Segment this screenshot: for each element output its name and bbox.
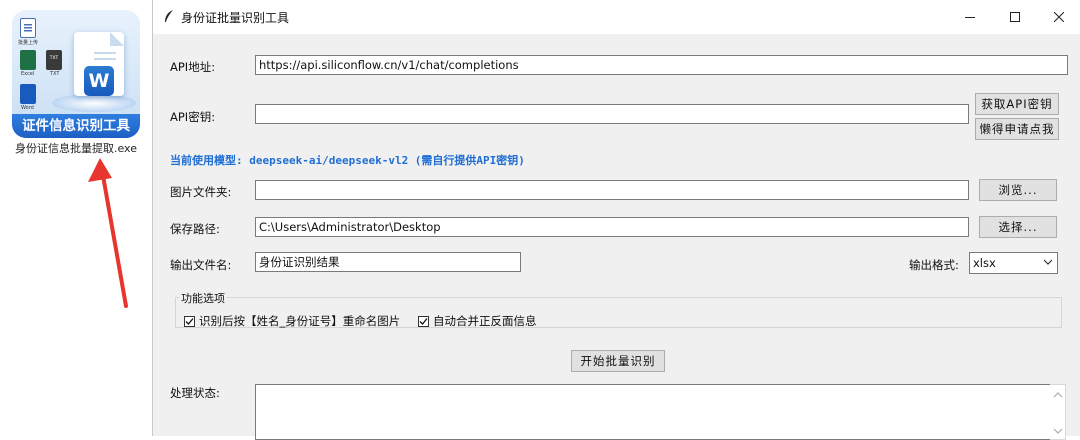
merge-check-icon <box>418 315 429 327</box>
icon-banner-text: 证件信息识别工具 <box>12 114 140 138</box>
maximize-button[interactable] <box>993 0 1037 34</box>
mini-label-excel: Excel <box>21 71 35 77</box>
api-url-label: API地址: <box>170 60 216 74</box>
word-logo-icon: W <box>84 66 114 96</box>
api-key-label: API密钥: <box>170 110 216 124</box>
merge-checkbox[interactable]: 自动合并正反面信息 <box>418 313 537 329</box>
svg-text:TXT: TXT <box>49 55 59 61</box>
output-format-select[interactable]: xlsx <box>969 252 1058 274</box>
close-icon <box>1054 12 1064 22</box>
save-path-label: 保存路径: <box>170 222 220 236</box>
output-name-label: 输出文件名: <box>170 258 232 272</box>
output-name-input[interactable]: 身份证识别结果 <box>255 252 521 272</box>
api-key-input[interactable] <box>255 104 969 124</box>
minimize-button[interactable] <box>948 0 992 34</box>
desktop: 批量上传 Excel TXT TXT Word W 证件信息识别工具 身份证信息… <box>0 0 152 436</box>
window-title: 身份证批量识别工具 <box>181 11 290 25</box>
api-url-input[interactable]: https://api.siliconflow.cn/v1/chat/compl… <box>255 55 1068 75</box>
txt-icon: TXT <box>46 50 62 70</box>
merge-checkbox-label: 自动合并正反面信息 <box>433 314 537 328</box>
current-model-text: 当前使用模型: deepseek-ai/deepseek-vl2 (需自行提供A… <box>170 154 525 167</box>
app-window: 身份证批量识别工具 API地址: https://api.siliconflow… <box>152 0 1080 440</box>
save-path-input[interactable]: C:\Users\Administrator\Desktop <box>255 217 969 237</box>
mini-label-word: Word <box>21 105 34 111</box>
browse-button[interactable]: 浏览... <box>979 179 1057 201</box>
image-folder-input[interactable] <box>255 180 969 200</box>
close-button[interactable] <box>1037 0 1080 34</box>
app-shortcut-icon[interactable]: 批量上传 Excel TXT TXT Word W 证件信息识别工具 <box>12 10 140 138</box>
title-bar[interactable]: 身份证批量识别工具 <box>153 0 1080 34</box>
pedestal-glow <box>52 94 136 112</box>
minimize-icon <box>965 17 975 18</box>
status-label: 处理状态: <box>170 386 220 400</box>
rename-checkbox[interactable]: 识别后按【姓名_身份证号】重命名图片 <box>184 313 400 329</box>
lazy-apply-button[interactable]: 懒得申请点我 <box>975 118 1059 140</box>
get-api-key-button[interactable]: 获取API密钥 <box>975 93 1059 115</box>
status-textarea[interactable] <box>255 384 1051 440</box>
options-title: 功能选项 <box>179 290 227 306</box>
output-format-label: 输出格式: <box>909 258 959 272</box>
mini-label-upload: 批量上传 <box>18 40 39 46</box>
mini-label-txt: TXT <box>50 71 60 77</box>
image-folder-label: 图片文件夹: <box>170 185 232 199</box>
rename-checkbox-label: 识别后按【姓名_身份证号】重命名图片 <box>199 314 401 328</box>
scroll-down-icon <box>1053 428 1063 434</box>
output-format-value: xlsx <box>973 256 996 270</box>
word-small-icon <box>20 84 36 104</box>
start-batch-button[interactable]: 开始批量识别 <box>571 350 665 372</box>
status-scrollbar[interactable] <box>1050 384 1066 440</box>
chevron-down-icon <box>1043 259 1053 265</box>
feather-icon <box>165 10 173 22</box>
scroll-up-icon <box>1053 392 1063 398</box>
batch-upload-icon <box>20 18 36 38</box>
maximize-icon <box>1010 12 1020 22</box>
excel-icon <box>20 50 36 70</box>
rename-check-icon <box>184 315 195 327</box>
red-arrow-icon <box>88 158 128 308</box>
choose-button[interactable]: 选择... <box>979 216 1057 238</box>
